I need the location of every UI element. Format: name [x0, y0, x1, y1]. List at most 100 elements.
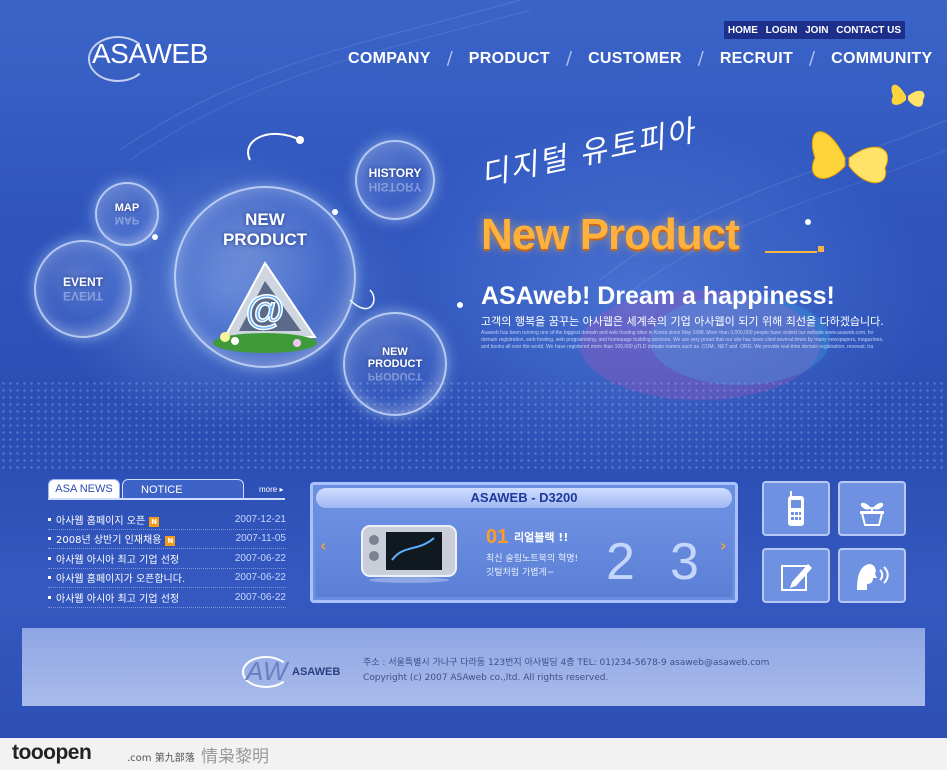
small-bubble-reflection: PRODUCT: [367, 370, 423, 382]
mobile-phone-icon: [788, 490, 804, 526]
at-sign-icon: @: [245, 288, 284, 332]
bubble-event-reflection: EVENT: [62, 289, 103, 303]
write-memo-button[interactable]: [762, 548, 830, 603]
product-description: 최신 슬림노트북의 혁명! 깃털처럼 가볍게~: [486, 552, 578, 580]
bubble-event-label: EVENT: [62, 275, 103, 289]
product-number: 01: [486, 526, 509, 548]
product-showcase: ASAWEB - D3200 ‹ › 01 리얼블랙 !! 최신 슬림노트북의 …: [310, 482, 738, 603]
utility-nav: HOME LOGIN JOIN CONTACT US: [724, 21, 905, 39]
bubble-new-product-small[interactable]: NEW PRODUCT PRODUCT: [343, 312, 447, 416]
plant-pot-icon: [860, 502, 884, 526]
main-bubble-line2: PRODUCT: [222, 230, 308, 249]
news-date: 2007-12-21: [234, 513, 286, 525]
nav-product[interactable]: PRODUCT: [469, 50, 550, 68]
bubble-history-label: HISTORY: [368, 166, 422, 180]
more-arrow-icon: ▸: [279, 485, 284, 494]
at-sign-product-illustration: @: [213, 261, 317, 353]
small-bubble-line2: PRODUCT: [367, 358, 423, 370]
product-box-title: ASAWEB - D3200: [316, 488, 732, 508]
memo-pencil-icon: [781, 563, 812, 591]
footer-logo-aw: AW: [246, 656, 288, 686]
nav-company[interactable]: COMPANY: [348, 50, 431, 68]
tab-asa-news[interactable]: ASA NEWS: [48, 479, 120, 499]
main-nav: COMPANY / PRODUCT / CUSTOMER / RECRUIT /…: [348, 48, 932, 69]
tab-notice[interactable]: NOTICE: [122, 479, 244, 499]
voice-speak-button[interactable]: [838, 548, 906, 603]
util-home-link[interactable]: HOME: [728, 25, 758, 36]
watermark-domain: .com 第九部落: [127, 753, 195, 764]
list-item[interactable]: 아사웹 아시아 최고 기업 선정 2007-06-22: [48, 549, 286, 569]
product-desc-line2: 깃털처럼 가볍게~: [486, 568, 555, 578]
bubble-history-reflection: HISTORY: [368, 180, 422, 194]
product-name[interactable]: 리얼블랙 !!: [514, 529, 568, 545]
footer-address-line: 주소 : 서울특별시 가나구 다라동 123번지 아사빌딩 4층 TEL: 01…: [363, 658, 770, 668]
list-item[interactable]: 2008년 상반기 인재채용 N 2007-11-05: [48, 530, 286, 549]
news-date: 2007-06-22: [234, 572, 286, 584]
watermark-brand: tooopen: [12, 741, 92, 764]
news-date: 2007-11-05: [235, 533, 286, 545]
news-date: 2007-06-22: [234, 552, 286, 564]
hero-title: New Product: [481, 210, 740, 259]
bubble-history[interactable]: HISTORY HISTORY: [355, 140, 435, 220]
hero-subline: 고객의 행복을 꿈꾸는 아사웹은 세계속의 기업 아사웹이 되기 위해 최선을 …: [481, 315, 884, 328]
bubble-map-reflection: MAP: [114, 214, 140, 226]
footer-address: 주소 : 서울특별시 가나구 다라동 123번지 아사빌딩 4층 TEL: 01…: [363, 656, 769, 686]
new-badge: N: [165, 536, 176, 547]
list-item[interactable]: 아사웹 아시아 최고 기업 선정 2007-06-22: [48, 588, 286, 608]
page-number-2[interactable]: 2: [606, 532, 635, 592]
page-number-3[interactable]: 3: [670, 532, 699, 592]
watermark-author: 情枭黎明: [201, 747, 269, 767]
hero-small-text: Asaweb has been running one of the bigge…: [481, 330, 884, 350]
news-title: 아사웹 홈페이지 오픈 N: [56, 512, 235, 527]
nav-separator: /: [446, 48, 453, 69]
mobile-phone-button[interactable]: [762, 481, 830, 536]
portable-device-image[interactable]: [360, 522, 458, 584]
util-login-link[interactable]: LOGIN: [766, 25, 798, 36]
bubble-event[interactable]: EVENT EVENT: [34, 240, 132, 338]
product-box-inner: ‹ › 01 리얼블랙 !! 최신 슬림노트북의 혁명! 깃털처럼 가볍게~ 2…: [316, 512, 732, 597]
list-item[interactable]: 아사웹 홈페이지가 오픈합니다. 2007-06-22: [48, 569, 286, 588]
news-title: 2008년 상반기 인재채용 N: [56, 531, 236, 547]
site-logo[interactable]: ASAWEB: [92, 38, 208, 70]
plant-pot-button[interactable]: [838, 481, 906, 536]
main-bubble-line1: NEW: [245, 210, 285, 229]
nav-community[interactable]: COMMUNITY: [831, 50, 932, 68]
bullet-icon: [48, 595, 51, 599]
small-bubble-line1: NEW: [382, 346, 408, 358]
news-title: 아사웹 아시아 최고 기업 선정: [56, 593, 180, 605]
prev-arrow-icon[interactable]: ‹: [320, 536, 327, 555]
tab-underline: [48, 498, 285, 500]
nav-recruit[interactable]: RECRUIT: [720, 50, 793, 68]
hero-headline: ASAweb! Dream a happiness!: [481, 282, 835, 310]
news-title: 아사웹 홈페이지가 오픈합니다.: [56, 574, 186, 586]
news-date: 2007-06-22: [234, 591, 286, 603]
product-desc-line1: 최신 슬림노트북의 혁명!: [486, 554, 579, 564]
news-title: 아사웹 아시아 최고 기업 선정: [56, 554, 180, 566]
util-contact-link[interactable]: CONTACT US: [836, 25, 901, 36]
news-tabs: ASA NEWS NOTICE: [48, 479, 285, 499]
next-arrow-icon[interactable]: ›: [720, 536, 727, 555]
bubble-map[interactable]: MAP MAP: [95, 182, 159, 246]
hero-title-underline: [765, 251, 817, 253]
page-background: ASAWEB HOME LOGIN JOIN CONTACT US COMPAN…: [0, 0, 947, 738]
butterfly-large-icon: [811, 131, 888, 184]
speaking-head-icon: [857, 563, 889, 590]
more-link[interactable]: more ▸: [259, 485, 283, 494]
util-join-link[interactable]: JOIN: [805, 25, 828, 36]
bubble-map-label: MAP: [114, 202, 140, 214]
bullet-icon: [48, 537, 51, 541]
hero-title-dot: [818, 246, 824, 252]
bullet-icon: [48, 576, 51, 580]
nav-customer[interactable]: CUSTOMER: [588, 50, 682, 68]
list-item[interactable]: 아사웹 홈페이지 오픈 N 2007-12-21: [48, 510, 286, 530]
new-badge: N: [149, 516, 160, 527]
news-list: 아사웹 홈페이지 오픈 N 2007-12-21 2008년 상반기 인재채용 N 20…: [48, 510, 286, 608]
nav-separator: /: [697, 48, 704, 69]
bullet-icon: [48, 556, 51, 560]
footer-logo-text: ASAWEB: [292, 666, 341, 678]
nav-separator: /: [566, 48, 573, 69]
more-label: more: [259, 485, 278, 494]
bullet-icon: [48, 517, 51, 521]
footer-copyright: Copyright (c) 2007 ASAweb co.,ltd. All r…: [363, 673, 609, 683]
butterfly-small-icon: [891, 84, 925, 107]
